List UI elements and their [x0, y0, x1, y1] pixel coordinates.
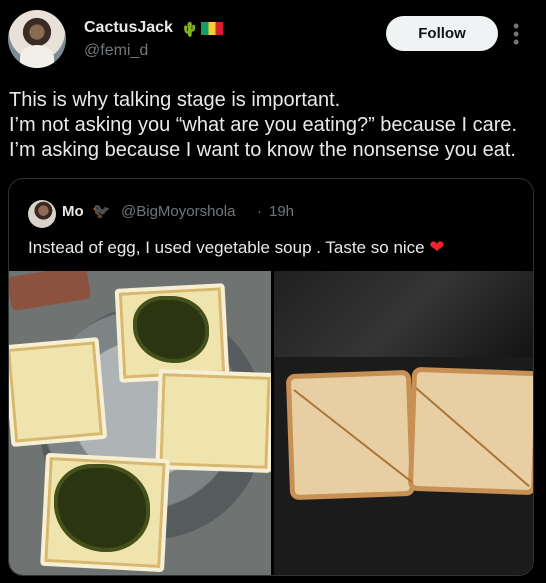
quoted-timestamp[interactable]: 19h: [269, 203, 294, 220]
author-handle[interactable]: @femi_d: [84, 42, 148, 60]
quoted-text: Instead of egg, I used vegetable soup . …: [28, 237, 518, 258]
dot-separator: ·: [257, 203, 262, 220]
heart-icon: ❤: [429, 237, 445, 257]
right-food-photo[interactable]: [274, 271, 533, 575]
bread-slice: [155, 369, 271, 473]
tweet-line: I’m asking because I want to know the no…: [9, 139, 516, 161]
author-avatar[interactable]: [8, 10, 66, 68]
tweet-line: I’m not asking you “what are you eating?…: [9, 114, 518, 136]
tweet-text: This is why talking stage is important. …: [9, 88, 539, 163]
flag-icon: [201, 22, 224, 35]
bird-icon: 🐦‍⬛: [92, 203, 111, 220]
sandwich-maker-lid: [274, 271, 533, 366]
follow-button[interactable]: Follow: [386, 16, 498, 51]
quoted-author-name[interactable]: Mo: [62, 203, 84, 220]
left-food-photo[interactable]: [9, 271, 271, 575]
sauce-bottle: [9, 271, 92, 312]
tweet-line: This is why talking stage is important.: [9, 89, 341, 111]
more-options-icon[interactable]: • • •: [513, 17, 519, 51]
quoted-tweet-card[interactable]: Mo 🐦‍⬛ @BigMoyorshola · 19h Instead of e…: [8, 178, 534, 576]
quoted-author-avatar[interactable]: [28, 200, 56, 228]
author-badge-icons: 🌵: [181, 21, 224, 38]
bread-slice: [9, 337, 108, 447]
quoted-author-handle[interactable]: @BigMoyorshola: [121, 203, 235, 220]
author-name[interactable]: CactusJack: [84, 19, 173, 37]
quoted-text-body: Instead of egg, I used vegetable soup . …: [28, 238, 425, 257]
cactus-icon: 🌵: [181, 21, 199, 37]
toasted-sandwich: [407, 366, 533, 496]
